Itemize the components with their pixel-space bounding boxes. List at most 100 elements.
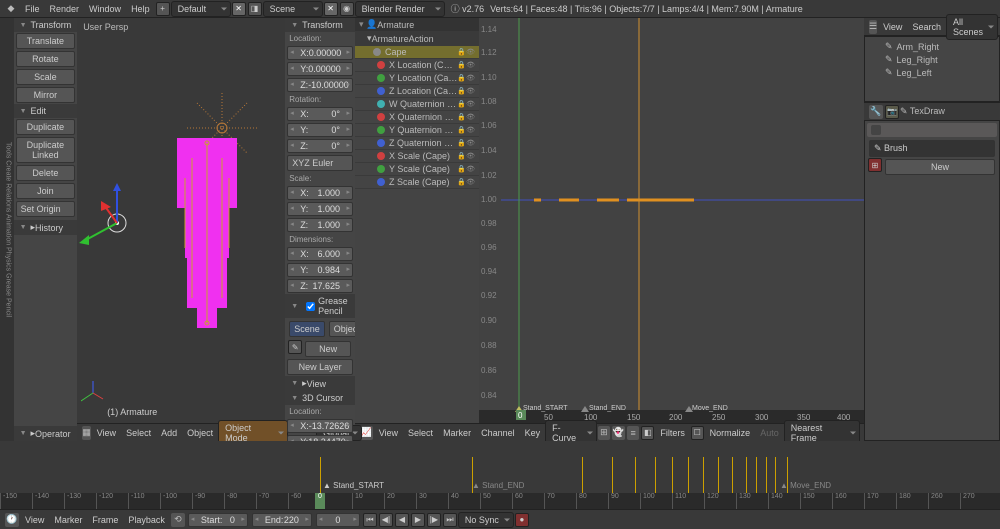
menu-help[interactable]: Help [126,2,155,16]
vp-menu-object[interactable]: Object [182,426,218,440]
dopesheet-ruler[interactable]: ▲ Stand_START ▲ Stand_END ▲ Move_END [0,441,1000,493]
channel-row[interactable]: Z Location (Cape)🔒👁 [355,85,479,98]
tool-tabs[interactable]: Tools Create Relations Animation Physics… [0,18,14,441]
scene-dropdown[interactable]: Scene [263,1,323,17]
menu-file[interactable]: File [20,2,45,16]
n-view-header[interactable]: ▸ View [285,376,355,391]
tl-menu-marker[interactable]: Marker [49,513,87,527]
ge-menu-select[interactable]: Select [403,426,438,440]
panel-transform-header[interactable]: Transform [14,18,78,32]
play-reverse-icon[interactable]: ◀ [395,513,409,527]
gp-header[interactable]: Grease Pencil [285,294,355,318]
marker-stand-end[interactable]: ▲ Stand_END [472,481,524,490]
filters-toggle[interactable]: ◧ [641,426,654,440]
rotate-button[interactable]: Rotate [16,51,76,67]
channel-toggles[interactable]: 🔒👁 [457,113,475,121]
channel-row[interactable]: Y Location (Cape)🔒👁 [355,72,479,85]
outliner-type-icon[interactable]: ☰ [869,20,877,34]
duplicate-button[interactable]: Duplicate [16,119,76,135]
tree-item[interactable]: ✎Arm_Right [885,41,997,52]
panel-history-header[interactable]: ▸ History [14,220,78,235]
rot-y-field[interactable]: Y:0° [287,123,353,137]
tex-browse-icon[interactable]: ⊞ [868,158,882,172]
channel-toggles[interactable]: 🔒👁 [457,74,475,82]
gp-draw-icon[interactable]: ✎ [288,340,302,354]
brush-name-field[interactable]: ✎ Brush [869,140,995,157]
manipulator[interactable] [79,183,219,253]
channel-toggles[interactable]: 🔒👁 [457,139,475,147]
rot-x-field[interactable]: X:0° [287,107,353,121]
channel-toggles[interactable]: 🔒👁 [457,152,475,160]
end-frame-field[interactable]: End:220 [252,513,312,527]
scene-delete[interactable]: ✕ [324,2,338,16]
mirror-button[interactable]: Mirror [16,87,76,103]
vp-menu-select[interactable]: Select [121,426,156,440]
out-menu-view[interactable]: View [878,20,907,34]
channel-toggles[interactable]: 🔒👁 [457,61,475,69]
keyframe-prev-icon[interactable]: ◀| [379,513,393,527]
join-button[interactable]: Join [16,183,76,199]
properties-new-button[interactable]: New [885,159,995,175]
engine-dropdown[interactable]: Blender Render [355,1,445,17]
gp-new-button[interactable]: New [305,341,351,357]
layout-delete[interactable]: ✕ [232,2,246,16]
dim-y-field[interactable]: Y:0.984 [287,263,353,277]
ge-menu-channel[interactable]: Channel [476,426,520,440]
channel-toggles[interactable]: 🔒👁 [457,126,475,134]
action-row[interactable]: ▾ ArmatureAction [355,32,479,46]
scale-z-field[interactable]: Z:1.000 [287,218,353,232]
scale-x-field[interactable]: X:1.000 [287,186,353,200]
channel-toggles[interactable]: 🔒👁 [457,87,475,95]
tl-menu-frame[interactable]: Frame [87,513,123,527]
tree-item[interactable]: ✎Leg_Left [885,67,997,78]
sync-dropdown[interactable]: No Sync [458,512,514,528]
ge-tool1[interactable]: ⊞ [598,426,611,440]
timeline-ruler[interactable]: -150-140 -130-120 -110-100 -90-80 -70-60… [0,493,1000,509]
ge-tool3[interactable]: ≡ [627,426,640,440]
channel-group-header[interactable]: ▾ 👤 Armature [355,18,479,32]
gp-scene-button[interactable]: Scene [289,321,325,337]
channel-row[interactable]: X Scale (Cape)🔒👁 [355,150,479,163]
channel-toggles[interactable]: 🔒👁 [457,165,475,173]
translate-button[interactable]: Translate [16,33,76,49]
channel-row[interactable]: Z Scale (Cape)🔒👁 [355,176,479,189]
jump-end-icon[interactable]: ⏭ [443,513,457,527]
play-icon[interactable]: ▶ [411,513,425,527]
context-render-icon[interactable]: 📷 [885,105,899,119]
dim-z-field[interactable]: Z:17.625 [287,279,353,293]
graph-editor[interactable]: 0.820.840.86 0.880.900.92 0.940.960.98 1… [479,18,864,423]
jump-start-icon[interactable]: ⏮ [363,513,377,527]
loc-z-field[interactable]: Z:-10.00000 [287,78,353,92]
channel-toggles[interactable]: 🔒👁 [457,178,475,186]
duplicate-linked-button[interactable]: Duplicate Linked [16,137,76,163]
tree-item[interactable]: ✎Leg_Right [885,54,997,65]
ge-menu-marker[interactable]: Marker [438,426,476,440]
channel-row[interactable]: Cape🔒👁 [355,46,479,59]
ge-tool2[interactable]: 👻 [612,426,625,440]
channel-row[interactable]: X Location (Cape)🔒👁 [355,59,479,72]
ge-menu-key[interactable]: Key [520,426,546,440]
scale-y-field[interactable]: Y:1.000 [287,202,353,216]
channel-row[interactable]: Z Quaternion Rotation (Cape)🔒👁 [355,137,479,150]
scene-browse-icon[interactable]: ◨ [248,2,262,16]
dim-x-field[interactable]: X:6.000 [287,247,353,261]
out-menu-search[interactable]: Search [907,20,946,34]
n-transform-header[interactable]: Transform [285,18,355,32]
gp-new-layer-button[interactable]: New Layer [287,359,353,375]
rotation-mode-dropdown[interactable]: XYZ Euler [287,155,353,171]
channel-toggles[interactable]: 🔒👁 [457,100,475,108]
set-origin-button[interactable]: Set Origin [16,201,76,217]
tl-menu-view[interactable]: View [20,513,49,527]
menu-render[interactable]: Render [45,2,85,16]
n-cursor-header[interactable]: 3D Cursor [285,391,355,405]
editor-type-icon[interactable]: ▦ [82,426,91,440]
tl-menu-playback[interactable]: Playback [123,513,170,527]
layout-dropdown[interactable]: Default [171,1,231,17]
cursor-x-field[interactable]: X:-13.72626 [287,419,353,433]
outliner-tree[interactable]: ✎Arm_Right ✎Leg_Right ✎Leg_Left [864,36,1000,102]
operator-panel-header[interactable]: ▸ Operator [14,426,78,441]
brush-preview-row[interactable] [867,123,997,137]
channel-row[interactable]: Y Quaternion Rotation (Cape)🔒👁 [355,124,479,137]
outliner-mode-dropdown[interactable]: All Scenes [946,14,998,40]
timeline-type-icon[interactable]: 🕐 [5,513,19,527]
